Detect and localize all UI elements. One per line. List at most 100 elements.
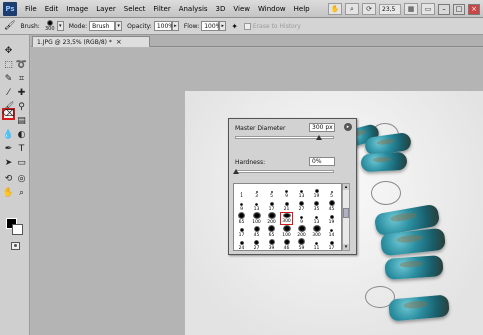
quick-select-tool-icon[interactable]: ✎: [2, 73, 15, 85]
screen-mode-icon[interactable]: ▭: [421, 3, 435, 15]
brush-preset[interactable]: 14: [325, 225, 338, 238]
document-tab[interactable]: 1.JPG @ 23,5% (RGB/8) * ×: [32, 36, 150, 47]
maximize-icon[interactable]: □: [453, 3, 465, 15]
brush-presets-grid[interactable]: 1 3 5 9 13 19 5 9 13 17 21 27 35 45 65 100 200 300 9 13 19 17…: [233, 183, 342, 251]
brush-preset[interactable]: 27: [295, 199, 308, 212]
scroll-up-icon[interactable]: ▴: [343, 184, 349, 190]
mode-select[interactable]: Brush: [89, 21, 116, 31]
menu-help[interactable]: Help: [290, 5, 314, 13]
eraser-tool-icon[interactable]: ⌫: [2, 108, 15, 120]
scroll-down-icon[interactable]: ▾: [343, 244, 349, 250]
brush-preset[interactable]: 19: [325, 212, 338, 225]
opacity-input[interactable]: 100%: [153, 21, 174, 31]
arrange-documents-icon[interactable]: ▦: [404, 3, 418, 15]
marquee-tool-icon[interactable]: ⬚: [2, 59, 15, 71]
brush-preset[interactable]: 200: [295, 225, 308, 238]
brush-preset[interactable]: 9: [235, 199, 248, 212]
blur-tool-icon[interactable]: 💧: [2, 129, 15, 141]
menu-view[interactable]: View: [229, 5, 254, 13]
brush-preset[interactable]: 45: [325, 199, 338, 212]
brush-preset[interactable]: 45: [250, 225, 263, 238]
menu-layer[interactable]: Layer: [92, 5, 120, 13]
brush-preset[interactable]: 300: [310, 225, 323, 238]
flow-input[interactable]: 100%: [201, 21, 221, 31]
3d-orbit-tool-icon[interactable]: ◎: [15, 173, 28, 185]
brush-preset[interactable]: 1: [235, 186, 248, 199]
3d-rotate-tool-icon[interactable]: ⟲: [2, 173, 15, 185]
hardness-slider-thumb[interactable]: [233, 169, 239, 174]
brush-preset[interactable]: 100: [250, 212, 263, 225]
brush-preset[interactable]: 19: [310, 186, 323, 199]
brush-preset[interactable]: 35: [310, 199, 323, 212]
brush-preset[interactable]: 200: [265, 212, 278, 225]
brush-dropdown-icon[interactable]: ▾: [56, 21, 64, 31]
brush-preset[interactable]: 65: [265, 225, 278, 238]
menu-image[interactable]: Image: [62, 5, 92, 13]
brush-preset[interactable]: 13: [310, 212, 323, 225]
brush-preset[interactable]: 5: [265, 186, 278, 199]
tool-preset-icon[interactable]: 🖌: [4, 21, 15, 31]
move-tool-icon[interactable]: ✥: [2, 45, 15, 57]
menu-analysis[interactable]: Analysis: [175, 5, 212, 13]
scroll-thumb[interactable]: [343, 208, 349, 218]
brush-preset[interactable]: 39: [265, 238, 278, 250]
brush-preset[interactable]: 17: [235, 225, 248, 238]
quick-mask-icon[interactable]: [11, 242, 20, 250]
rotate-view-icon[interactable]: ⟳: [362, 3, 376, 15]
clone-stamp-tool-icon[interactable]: ⚲: [15, 101, 28, 113]
brush-preset[interactable]: 13: [250, 199, 263, 212]
brush-preset[interactable]: 5: [325, 186, 338, 199]
zoom-level[interactable]: 23,5: [379, 3, 401, 15]
master-diameter-slider[interactable]: [235, 135, 334, 140]
path-select-tool-icon[interactable]: ➤: [2, 157, 15, 169]
zoom-tool-icon[interactable]: ⌕: [345, 3, 359, 15]
hand-tool-panel-icon[interactable]: ✋: [2, 187, 15, 199]
brush-preset[interactable]: 24: [235, 238, 248, 250]
dodge-tool-icon[interactable]: ◐: [15, 129, 28, 141]
minimize-icon[interactable]: –: [438, 3, 450, 15]
brush-presets-scrollbar[interactable]: ▴ ▾: [342, 183, 350, 251]
shape-tool-icon[interactable]: ▭: [15, 157, 28, 169]
master-diameter-input[interactable]: 300 px: [309, 123, 335, 132]
healing-brush-tool-icon[interactable]: ✚: [15, 87, 28, 99]
close-icon[interactable]: ×: [468, 3, 480, 15]
brush-preset[interactable]: 9: [280, 186, 293, 199]
hardness-slider[interactable]: [233, 169, 334, 174]
brush-preset[interactable]: 17: [265, 199, 278, 212]
flow-slider-icon[interactable]: ▸: [219, 21, 227, 31]
brush-preset[interactable]: 11: [310, 238, 323, 250]
menu-file[interactable]: File: [21, 5, 41, 13]
background-color-swatch[interactable]: [12, 224, 23, 235]
menu-window[interactable]: Window: [254, 5, 290, 13]
brush-preset[interactable]: 17: [325, 238, 338, 250]
eyedropper-tool-icon[interactable]: ⁄: [2, 87, 15, 99]
brush-preset[interactable]: 100: [280, 225, 293, 238]
brush-preset[interactable]: 21: [280, 199, 293, 212]
lasso-tool-icon[interactable]: ➰: [15, 59, 28, 71]
brush-preset[interactable]: 13: [295, 186, 308, 199]
opacity-slider-icon[interactable]: ▸: [171, 21, 179, 31]
menu-select[interactable]: Select: [120, 5, 150, 13]
brush-preset-picker[interactable]: 300: [43, 19, 57, 33]
airbrush-icon[interactable]: ✦: [231, 22, 238, 31]
close-document-icon[interactable]: ×: [116, 38, 122, 46]
type-tool-icon[interactable]: T: [15, 143, 28, 155]
hardness-input[interactable]: 0%: [309, 157, 335, 166]
crop-tool-icon[interactable]: ⌗: [15, 73, 28, 85]
picker-menu-icon[interactable]: ▸: [344, 123, 352, 131]
brush-preset[interactable]: 9: [295, 212, 308, 225]
menu-edit[interactable]: Edit: [41, 5, 63, 13]
erase-to-history-checkbox[interactable]: [243, 22, 251, 30]
master-diameter-slider-thumb[interactable]: [315, 135, 322, 140]
mode-dropdown-icon[interactable]: ▾: [115, 21, 123, 31]
brush-preset[interactable]: 59: [295, 238, 308, 250]
menu-3d[interactable]: 3D: [212, 5, 230, 13]
gradient-tool-icon[interactable]: ▤: [15, 115, 28, 127]
brush-preset[interactable]: 27: [250, 238, 263, 250]
pen-tool-icon[interactable]: ✒: [2, 143, 15, 155]
zoom-tool-panel-icon[interactable]: ⌕: [15, 187, 28, 199]
menu-filter[interactable]: Filter: [149, 5, 174, 13]
brush-preset[interactable]: 3: [250, 186, 263, 199]
brush-preset[interactable]: 300: [280, 212, 293, 225]
hand-tool-icon[interactable]: ✋: [328, 3, 342, 15]
